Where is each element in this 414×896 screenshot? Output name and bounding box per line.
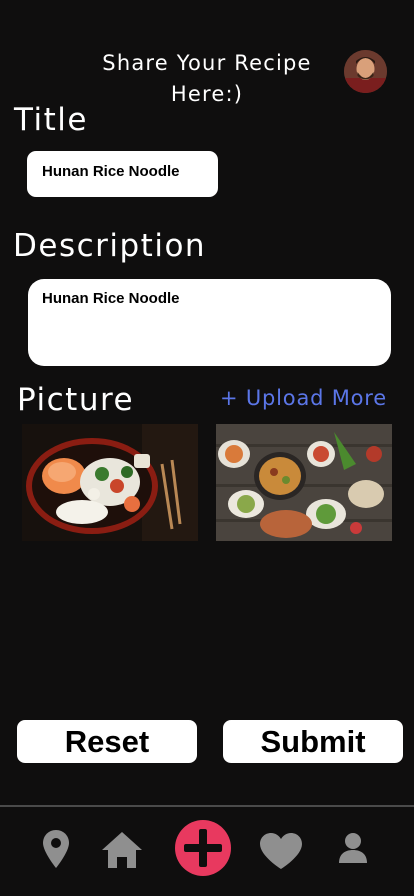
add-icon [175, 820, 231, 876]
location-pin-icon [43, 830, 69, 868]
nav-divider [0, 805, 414, 807]
page-title: Share Your Recipe Here:) [102, 51, 312, 106]
user-avatar-image [344, 50, 387, 93]
reset-button[interactable]: Reset [17, 720, 197, 763]
description-label: Description [13, 228, 207, 264]
nav-favorites[interactable] [259, 832, 303, 870]
nav-location[interactable] [42, 829, 70, 869]
sushi-platter-photo [22, 424, 198, 541]
title-input[interactable]: Hunan Rice Noodle [27, 151, 218, 197]
avatar[interactable] [344, 50, 387, 93]
heart-icon [260, 833, 302, 869]
upload-more-link[interactable]: + Upload More [220, 384, 387, 412]
food-spread-photo[interactable] [216, 424, 392, 541]
nav-home[interactable] [100, 830, 144, 870]
submit-button[interactable]: Submit [223, 720, 403, 763]
description-input[interactable]: Hunan Rice Noodle [28, 279, 391, 366]
nav-profile[interactable] [337, 832, 369, 864]
food-spread-photo [216, 424, 392, 541]
picture-label: Picture [17, 382, 135, 418]
sushi-photo[interactable] [22, 424, 198, 541]
profile-icon [339, 833, 367, 863]
home-icon [102, 832, 142, 868]
nav-add[interactable] [174, 819, 232, 877]
title-label: Title [14, 102, 88, 138]
